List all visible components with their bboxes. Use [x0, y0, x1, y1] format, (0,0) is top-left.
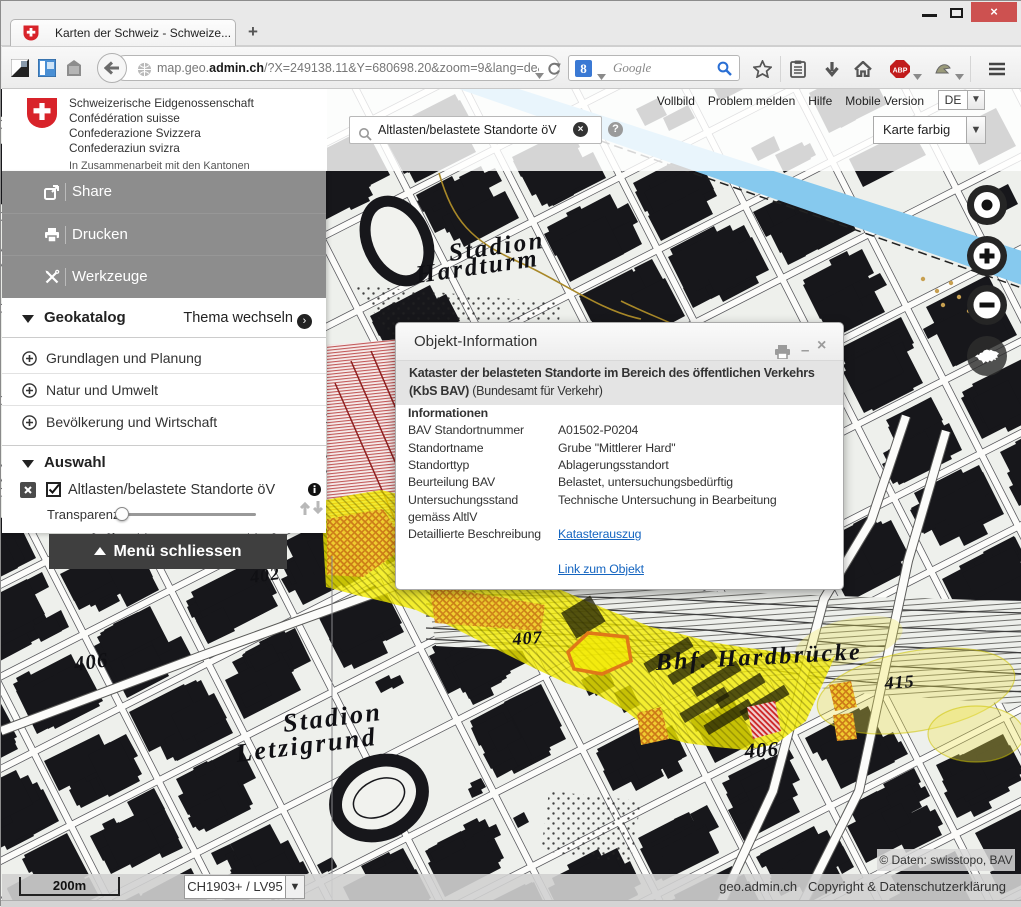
- svg-text:415: 415: [883, 671, 915, 693]
- svg-text:406: 406: [71, 647, 109, 676]
- svg-text:406: 406: [743, 737, 780, 763]
- svg-text:407: 407: [511, 627, 543, 649]
- svg-text:ABP: ABP: [893, 68, 908, 75]
